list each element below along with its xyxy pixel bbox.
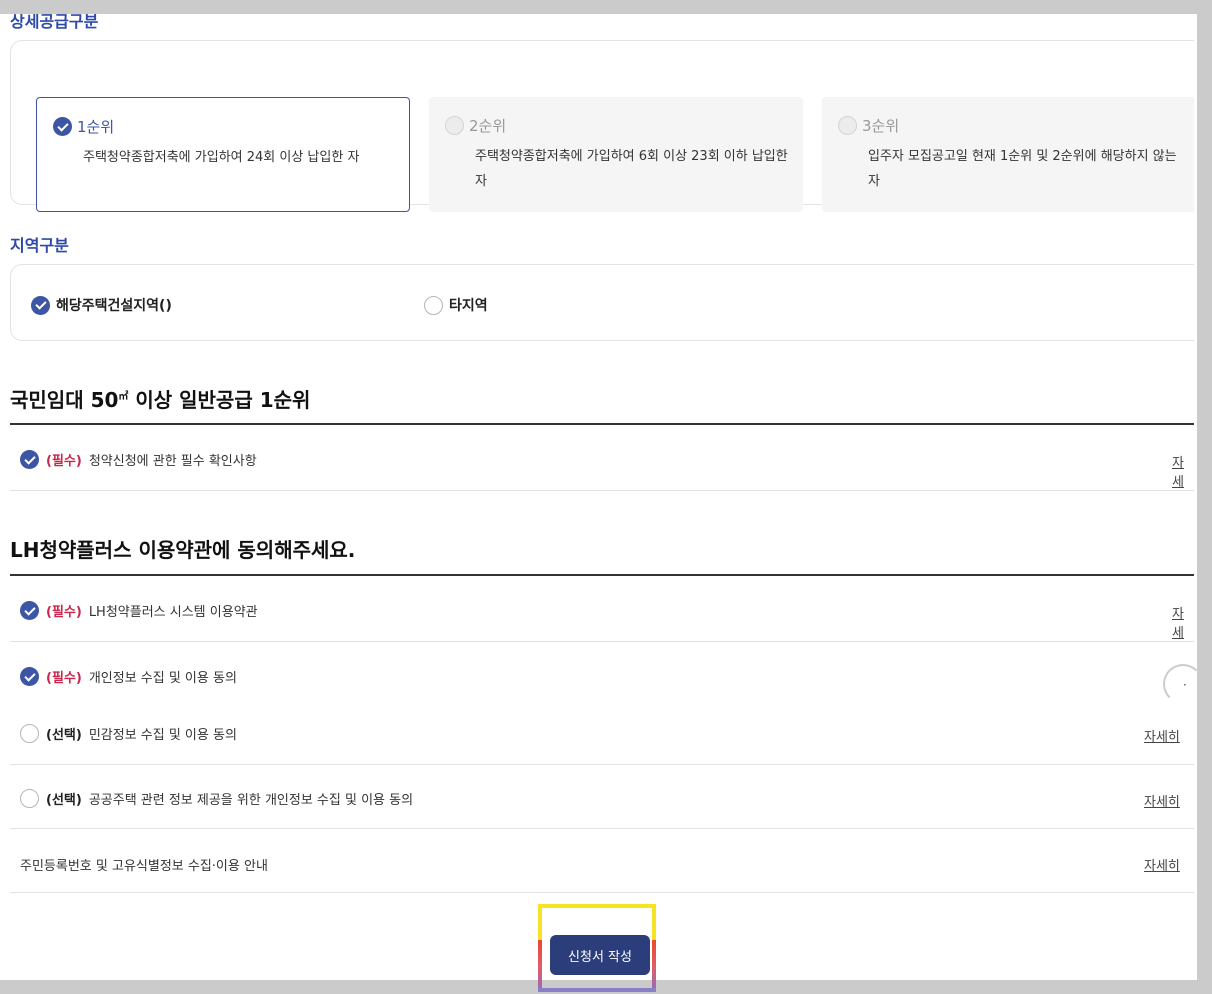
radio-circle-icon [20,789,39,808]
supply-option-rank1[interactable]: 1순위 주택청약종합저축에 가입하여 24회 이상 납입한 자 [36,97,410,212]
spinner-mark: · [1183,678,1187,692]
supply-option-label: 3순위 [862,117,900,135]
detail-link[interactable]: 자세히 [1144,791,1180,810]
check-circle-icon [53,117,72,136]
loading-spinner-icon [1163,664,1197,704]
detail-link[interactable]: 자세 [1172,452,1194,490]
region-option-local[interactable]: 해당주택건설지역() [31,295,172,315]
check-circle-icon [20,450,39,469]
section-divider [10,574,1194,576]
supply-option-rank3[interactable]: 3순위 입주자 모집공고일 현재 1순위 및 2순위에 해당하지 않는 자 [822,97,1194,212]
region-option-other[interactable]: 타지역 [424,295,488,315]
supply-section-heading: 상세공급구분 [10,14,99,31]
supply-option-label: 1순위 [77,118,115,136]
agree-item-label: 개인정보 수집 및 이용 동의 [88,671,237,686]
row-divider [10,764,1194,765]
required-tag: (필수) [46,454,82,469]
check-circle-icon [31,295,50,315]
rank-title-prefix: 국민임대 50 [10,388,119,412]
required-tag: (필수) [46,671,82,686]
optional-tag: (선택) [46,793,82,808]
radio-circle-icon [20,724,39,743]
terms-section-title: LH청약플러스 이용약관에 동의해주세요. [10,538,356,562]
row-divider [10,892,1194,893]
agree-item-label: 청약신청에 관한 필수 확인사항 [88,454,257,469]
detail-link[interactable]: 자세 [1172,603,1194,641]
region-option-label: 해당주택건설지역() [56,298,172,314]
agree-item-label: 민감정보 수집 및 이용 동의 [88,728,237,743]
write-application-button[interactable]: 신청서 작성 [550,935,650,975]
supply-options-box: 1순위 주택청약종합저축에 가입하여 24회 이상 납입한 자 2순위 주택청약… [10,40,1194,212]
radio-circle-icon [445,116,464,135]
check-circle-icon [20,601,39,620]
row-divider [10,490,1194,491]
rank-title-suffix: 이상 일반공급 1순위 [128,388,311,412]
radio-circle-icon [424,295,443,315]
page: 상세공급구분 1순위 주택청약종합저축에 가입하여 24회 이상 납입한 자 2… [0,14,1197,980]
detail-link[interactable]: 자세히 [1144,726,1180,745]
row-divider [10,641,1194,642]
supply-option-desc: 입주자 모집공고일 현재 1순위 및 2순위에 해당하지 않는 자 [868,149,1177,189]
agree-item-privacy[interactable]: (필수) 개인정보 수집 및 이용 동의 [20,667,237,686]
check-circle-icon [20,667,39,686]
notice-resident-id: 주민등록번호 및 고유식별정보 수집·이용 안내 [20,855,268,874]
scroll-viewport[interactable]: 상세공급구분 1순위 주택청약종합저축에 가입하여 24회 이상 납입한 자 2… [0,14,1194,980]
radio-circle-icon [838,116,857,135]
region-option-label: 타지역 [449,298,488,314]
required-tag: (필수) [46,605,82,620]
notice-label: 주민등록번호 및 고유식별정보 수집·이용 안내 [20,859,268,874]
agree-item-label: 공공주택 관련 정보 제공을 위한 개인정보 수집 및 이용 동의 [88,793,414,808]
agree-item-label: LH청약플러스 시스템 이용약관 [88,605,258,620]
supply-option-label: 2순위 [469,117,507,135]
cta-highlight-frame-bottom [538,988,656,992]
cta-highlight-frame-left [538,940,542,992]
supply-option-desc: 주택청약종합저축에 가입하여 6회 이상 23회 이하 납입한 자 [475,149,788,189]
rank-title-unit: ㎡ [118,391,129,403]
supply-option-desc: 주택청약종합저축에 가입하여 24회 이상 납입한 자 [83,150,360,165]
optional-tag: (선택) [46,728,82,743]
row-divider [10,828,1194,829]
agree-item-public-housing-info[interactable]: (선택) 공공주택 관련 정보 제공을 위한 개인정보 수집 및 이용 동의 [20,789,413,808]
region-options-box: 해당주택건설지역() 타지역 [10,264,1194,341]
agree-item-system-terms[interactable]: (필수) LH청약플러스 시스템 이용약관 [20,601,258,620]
supply-option-rank2[interactable]: 2순위 주택청약종합저축에 가입하여 6회 이상 23회 이하 납입한 자 [429,97,803,212]
section-divider [10,423,1194,425]
detail-link[interactable]: 자세히 [1144,855,1180,874]
agree-item-application-notice[interactable]: (필수) 청약신청에 관한 필수 확인사항 [20,450,257,469]
cta-highlight-frame-right [652,940,656,992]
rank-section-title: 국민임대 50㎡ 이상 일반공급 1순위 [10,384,310,413]
region-section-heading: 지역구분 [10,236,69,255]
agree-item-sensitive-info[interactable]: (선택) 민감정보 수집 및 이용 동의 [20,724,237,743]
